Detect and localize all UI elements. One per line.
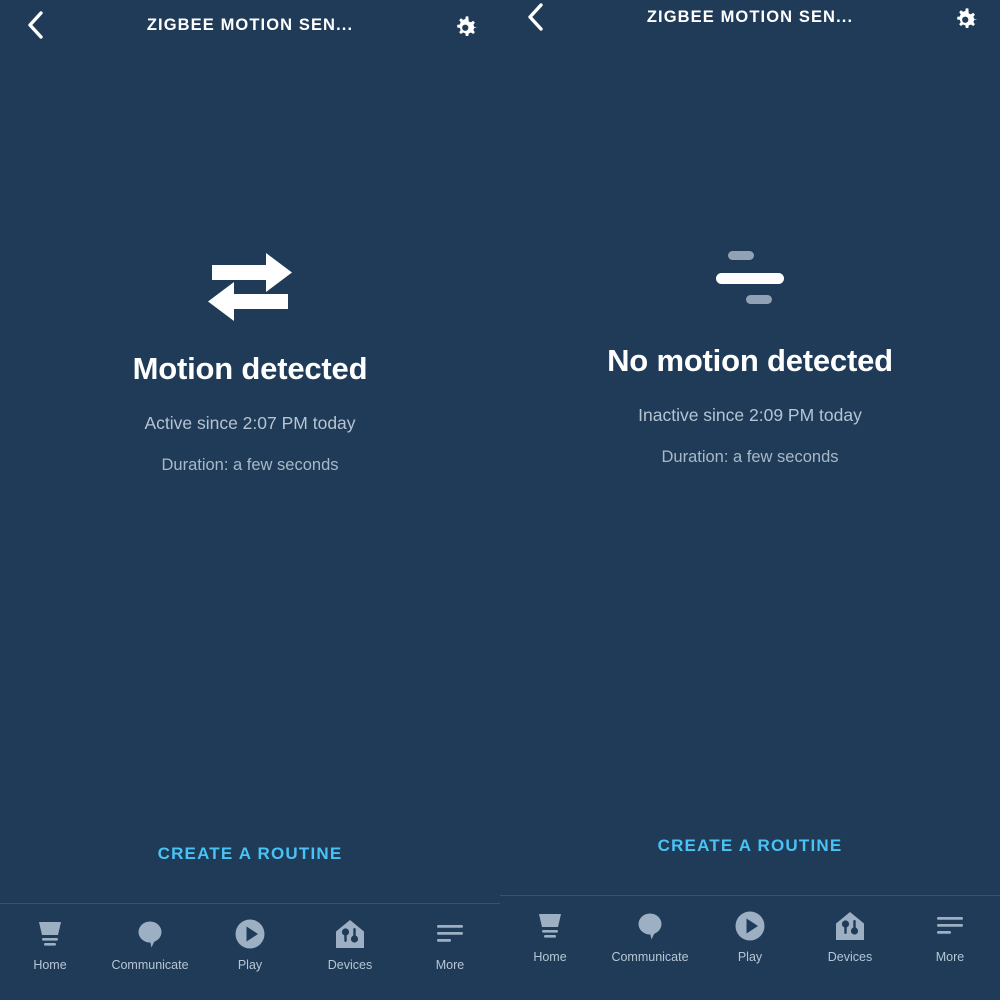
nav-item-communicate[interactable]: Communicate [103, 917, 197, 972]
nav-item-devices[interactable]: Devices [303, 917, 397, 972]
devices-house-icon [336, 920, 364, 948]
status-since: Active since 2:07 PM today [144, 413, 356, 434]
motion-arrows-icon [208, 253, 292, 321]
nav-item-play[interactable]: Play [203, 917, 297, 972]
nav-label: Communicate [111, 958, 189, 972]
nav-label: More [935, 950, 965, 964]
page-title: ZIGBEE MOTION SEN... [646, 7, 854, 26]
status-icon-wrap [0, 240, 500, 330]
create-routine-link[interactable]: CREATE A ROUTINE [500, 836, 1000, 856]
gear-icon [957, 8, 977, 29]
nav-item-home[interactable]: Home [503, 909, 597, 964]
nav-item-more[interactable]: More [403, 917, 497, 972]
nav-icon-wrap [34, 917, 66, 951]
status-title: No motion detected [607, 343, 893, 378]
nav-icon-wrap [434, 917, 466, 951]
more-lines-icon [937, 917, 963, 934]
nav-item-more[interactable]: More [903, 909, 997, 964]
play-circle-icon [735, 911, 765, 941]
devices-house-icon [836, 912, 864, 940]
nav-icon-wrap [834, 909, 866, 943]
status-duration: Duration: a few seconds [161, 456, 339, 475]
nav-item-communicate[interactable]: Communicate [603, 909, 697, 964]
nav-label: Play [237, 958, 263, 972]
panel-no-motion-detected: ZIGBEE MOTION SEN... No motion detected … [500, 0, 1000, 1000]
speech-bubble-icon [138, 921, 162, 948]
settings-button[interactable] [948, 0, 982, 34]
nav-label: Devices [327, 958, 373, 972]
page-title: ZIGBEE MOTION SEN... [146, 15, 354, 34]
panel-motion-detected: ZIGBEE MOTION SEN... Motion detected Act… [0, 0, 500, 1000]
back-button[interactable] [18, 8, 52, 42]
home-lamp-icon [539, 914, 561, 938]
nav-label: Devices [827, 950, 873, 964]
gear-icon [457, 16, 477, 37]
chevron-left-icon [528, 3, 543, 31]
nav-item-home[interactable]: Home [3, 917, 97, 972]
nav-label: Home [533, 950, 567, 964]
nav-label: Play [737, 950, 763, 964]
nav-icon-wrap [334, 917, 366, 951]
no-motion-bars-icon [716, 251, 784, 304]
back-button[interactable] [518, 0, 552, 34]
create-routine-link[interactable]: CREATE A ROUTINE [0, 844, 500, 864]
nav-label: More [435, 958, 465, 972]
app-header-left: ZIGBEE MOTION SEN... [0, 0, 500, 50]
app-header-right: ZIGBEE MOTION SEN... [500, 0, 1000, 42]
status-icon-wrap [500, 232, 1000, 322]
home-lamp-icon [39, 922, 61, 946]
status-since: Inactive since 2:09 PM today [638, 405, 862, 426]
nav-icon-wrap [734, 909, 766, 943]
more-lines-icon [437, 925, 463, 942]
nav-icon-wrap [634, 909, 666, 943]
nav-label: Communicate [611, 950, 689, 964]
nav-icon-wrap [534, 909, 566, 943]
status-duration: Duration: a few seconds [661, 448, 839, 467]
bottom-navigation-left: Home Communicate Play Devices More [0, 903, 500, 1000]
chevron-left-icon [28, 11, 43, 39]
settings-button[interactable] [448, 8, 482, 42]
nav-icon-wrap [934, 909, 966, 943]
screenshot-root: ZIGBEE MOTION SEN... Motion detected Act… [0, 0, 1000, 1000]
speech-bubble-icon [638, 913, 662, 940]
status-title: Motion detected [132, 351, 368, 386]
play-circle-icon [235, 919, 265, 949]
nav-item-devices[interactable]: Devices [803, 909, 897, 964]
nav-item-play[interactable]: Play [703, 909, 797, 964]
status-block-right: No motion detected Inactive since 2:09 P… [500, 232, 1000, 467]
nav-icon-wrap [134, 917, 166, 951]
status-block-left: Motion detected Active since 2:07 PM tod… [0, 240, 500, 475]
nav-icon-wrap [234, 917, 266, 951]
nav-label: Home [33, 958, 67, 972]
bottom-navigation-right: Home Communicate Play Devices More [500, 895, 1000, 992]
